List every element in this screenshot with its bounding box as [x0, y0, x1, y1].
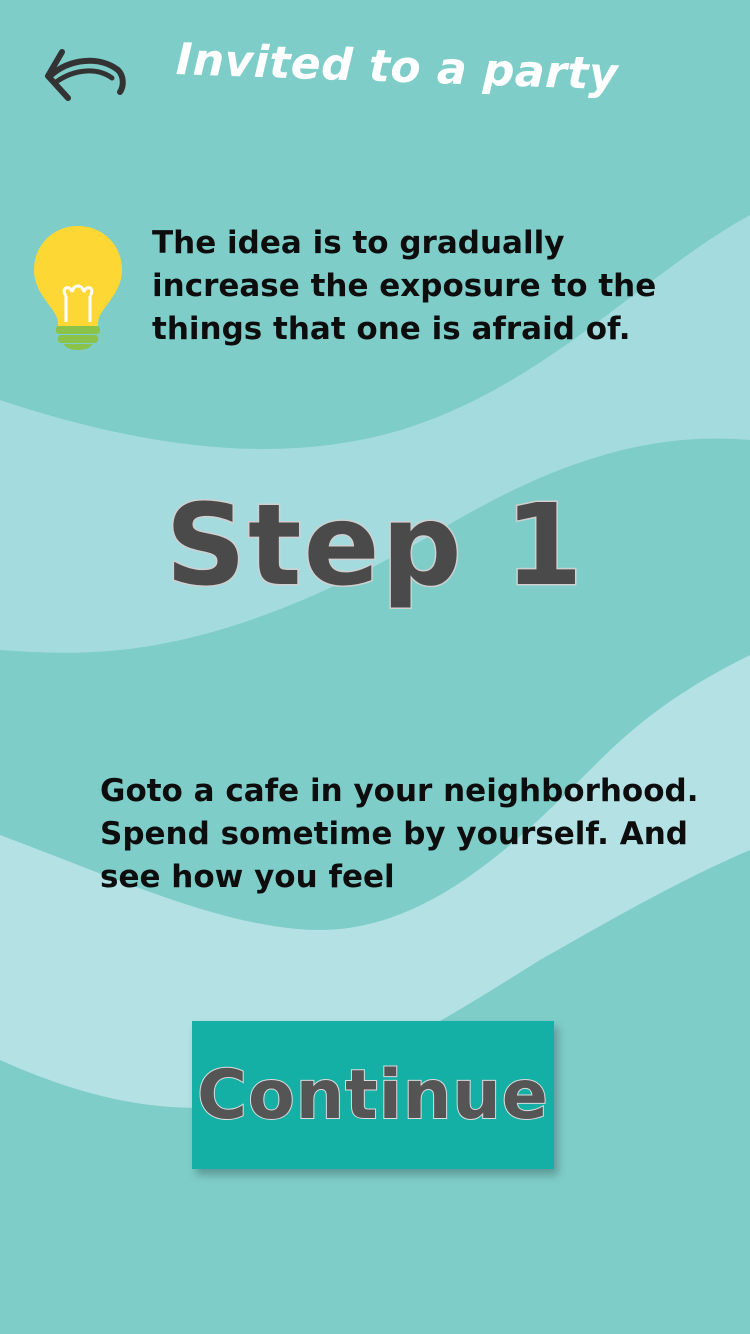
- tip-text: The idea is to gradually increase the ex…: [152, 225, 657, 347]
- lightbulb-icon: [34, 226, 122, 350]
- back-button[interactable]: [40, 42, 130, 108]
- continue-button-label: Continue: [196, 1055, 549, 1136]
- step-title: Step 1: [164, 480, 585, 613]
- continue-button[interactable]: Continue: [192, 1021, 554, 1169]
- back-arrow-icon: [45, 49, 126, 101]
- step-description: Goto a cafe in your neighborhood. Spend …: [100, 773, 699, 895]
